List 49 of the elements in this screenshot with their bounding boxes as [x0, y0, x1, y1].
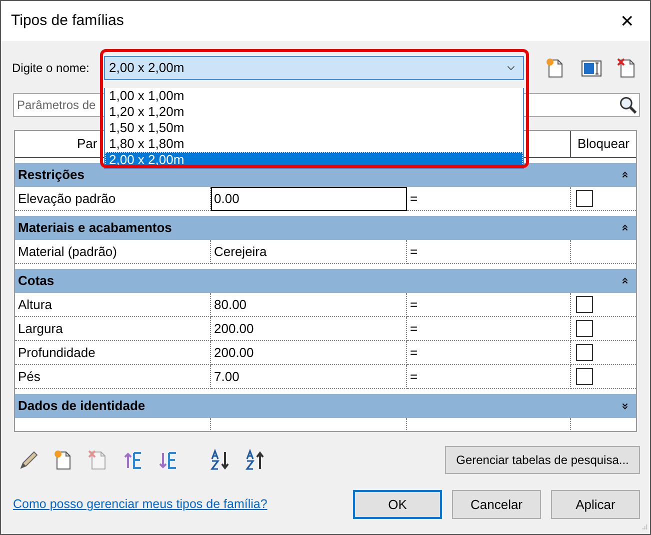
value-input[interactable]: 0.00 [211, 187, 407, 211]
parameter-name: Material (padrão) [15, 240, 211, 264]
dialog-button[interactable]: Aplicar [551, 490, 640, 519]
dialog-button[interactable]: Cancelar [452, 490, 541, 519]
formula-cell: = [407, 365, 571, 389]
lock-checkbox[interactable] [576, 190, 593, 207]
parameter-name: Largura [15, 317, 211, 341]
group-header[interactable]: Cotas [15, 269, 636, 293]
lock-checkbox[interactable] [576, 344, 593, 361]
name-combo-box[interactable]: 2,00 x 2,00m [104, 56, 524, 80]
dropdown-option[interactable]: 1,20 x 1,20m [105, 104, 523, 120]
formula-cell: = [407, 187, 571, 211]
collapse-icon[interactable] [620, 276, 630, 286]
expand-icon[interactable] [620, 401, 630, 411]
parameter-value: 200.00 [211, 341, 407, 365]
parameter-value: 200.00 [211, 317, 407, 341]
dropdown-option[interactable]: 1,00 x 1,00m [105, 88, 523, 104]
move-down-icon[interactable] [157, 449, 179, 471]
parameter-name: Altura [15, 293, 211, 317]
dropdown-option[interactable]: 1,50 x 1,50m [105, 120, 523, 136]
group-header[interactable]: Materiais e acabamentos [15, 216, 636, 240]
formula-cell: = [407, 317, 571, 341]
parameter-name: Pés [15, 365, 211, 389]
column-header: Par [77, 135, 98, 154]
collapse-icon[interactable] [620, 170, 630, 180]
dialog-button[interactable]: OK [353, 490, 442, 519]
formula-cell: = [407, 240, 571, 264]
move-up-icon[interactable] [122, 449, 144, 471]
parameter-value: Cerejeira [211, 240, 407, 264]
help-link[interactable]: Como posso gerenciar meus tipos de família? [13, 495, 268, 514]
formula-cell: = [407, 341, 571, 365]
parameter-name: Profundidade [15, 341, 211, 365]
pencil-icon[interactable] [17, 449, 39, 471]
dropdown-option[interactable]: 1,80 x 1,80m [105, 136, 523, 152]
group-header[interactable]: Dados de identidade [15, 394, 636, 418]
collapse-icon[interactable] [620, 223, 630, 233]
window-title: Tipos de famílias [11, 10, 124, 31]
lock-checkbox[interactable] [576, 296, 593, 313]
lock-checkbox[interactable] [576, 320, 593, 337]
search-icon[interactable] [618, 95, 638, 115]
parameter-value: 7.00 [211, 365, 407, 389]
close-button[interactable]: ✕ [614, 12, 640, 30]
lock-checkbox[interactable] [576, 368, 593, 385]
parameter-value: 80.00 [211, 293, 407, 317]
column-header: Bloquear [576, 135, 631, 154]
formula-cell: = [407, 293, 571, 317]
name-label: Digite o nome: [12, 60, 90, 77]
lookup-tables-button[interactable]: Gerenciar tabelas de pesquisa... [445, 446, 640, 474]
parameter-name: Elevação padrão [15, 187, 211, 211]
